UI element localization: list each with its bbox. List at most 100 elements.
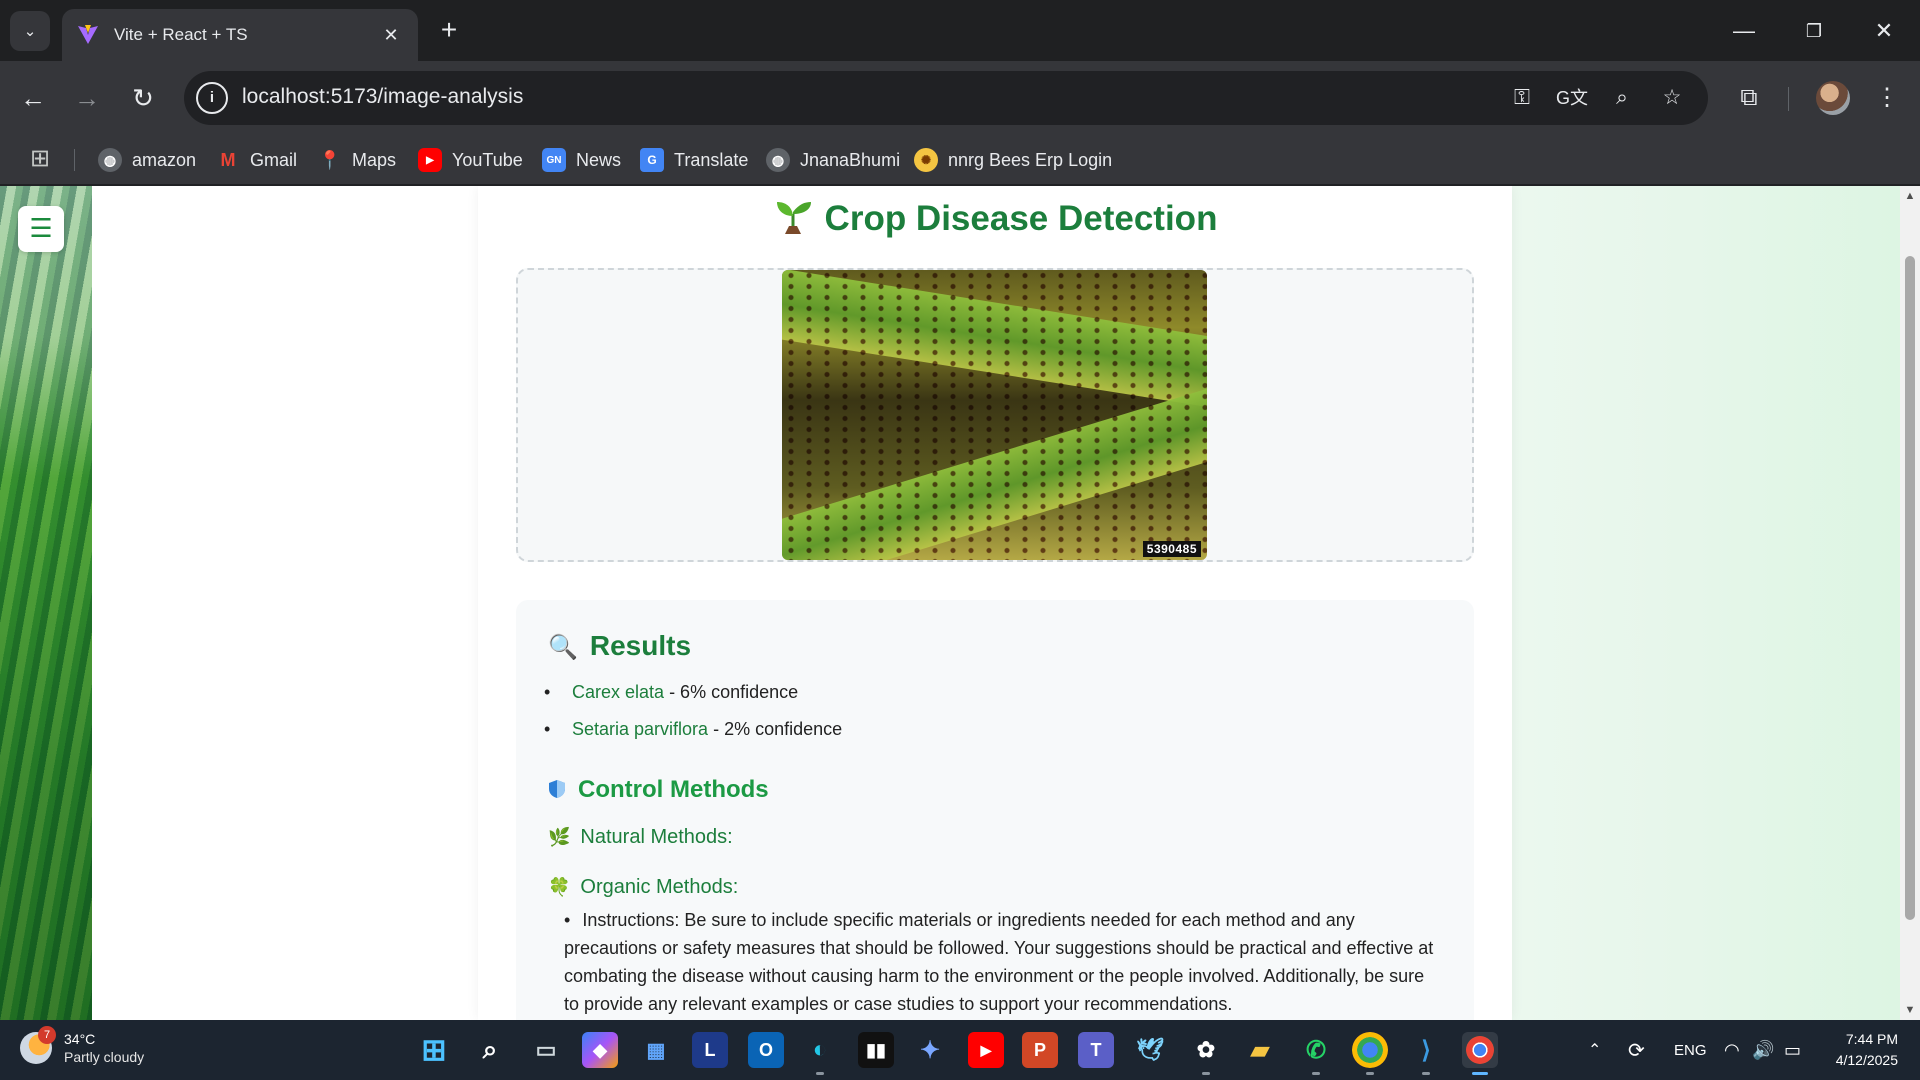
- language-indicator[interactable]: ENG: [1674, 1020, 1707, 1080]
- sync-icon[interactable]: ⟳: [1628, 1020, 1645, 1080]
- tab-search-button[interactable]: ⌄: [10, 11, 50, 51]
- shield-icon: [549, 780, 565, 798]
- toolbar-separator: [1788, 87, 1789, 111]
- bookmark-label: nnrg Bees Erp Login: [948, 149, 1113, 170]
- species-name: Carex elata: [572, 682, 665, 702]
- page-scrollbar[interactable]: ▲ ▼: [1900, 186, 1920, 1020]
- outlook-icon[interactable]: O: [748, 1032, 784, 1068]
- confidence-text: - 2% confidence: [708, 719, 843, 739]
- results-list: Carex elata - 6% confidence Setaria parv…: [544, 682, 843, 756]
- scrollbar-thumb[interactable]: [1905, 256, 1915, 920]
- bookmark-label: amazon: [132, 149, 197, 170]
- cornfield-background: [0, 186, 92, 1020]
- chatgpt-icon[interactable]: ✿: [1188, 1032, 1224, 1075]
- forward-button[interactable]: →: [68, 79, 106, 117]
- bookmark-star-icon[interactable]: ☆: [1656, 83, 1688, 113]
- minimize-window-button[interactable]: —: [1716, 12, 1772, 50]
- whatsapp-icon[interactable]: ✆: [1298, 1032, 1334, 1075]
- image-upload-zone[interactable]: 5390485: [516, 268, 1474, 562]
- restore-window-button[interactable]: ❐: [1786, 12, 1842, 50]
- vscode-icon[interactable]: ⟩: [1408, 1032, 1444, 1075]
- close-window-button[interactable]: ✕: [1856, 12, 1912, 50]
- scroll-down-arrow-icon[interactable]: ▼: [1904, 1004, 1916, 1016]
- reload-button[interactable]: ↻: [124, 79, 162, 117]
- running-indicator: [1366, 1072, 1374, 1075]
- address-bar[interactable]: i localhost:5173/image-analysis ⚿ G文 ⌕ ☆: [184, 71, 1708, 125]
- address-url[interactable]: localhost:5173/image-analysis: [242, 85, 523, 109]
- teams-icon[interactable]: T: [1078, 1032, 1114, 1068]
- running-indicator: [1422, 1072, 1430, 1075]
- analysis-card: Crop Disease Detection 5390485 🔍 Results …: [478, 186, 1512, 1020]
- bookmark-nnrg-bees[interactable]: ✺ nnrg Bees Erp Login: [914, 144, 1112, 176]
- battery-icon[interactable]: ▭: [1784, 1020, 1801, 1080]
- new-tab-button[interactable]: +: [432, 14, 466, 48]
- bookmark-amazon[interactable]: ◍ amazon: [98, 144, 196, 176]
- hamburger-menu-button[interactable]: ☰: [18, 206, 64, 252]
- page-title: Crop Disease Detection: [478, 196, 1512, 239]
- search-icon[interactable]: ⌕: [472, 1032, 508, 1068]
- password-key-icon[interactable]: ⚿: [1506, 83, 1538, 113]
- bookmark-label: Gmail: [250, 149, 298, 170]
- bookmark-label: JnanaBhumi: [800, 149, 901, 170]
- globe-icon: ◍: [98, 148, 122, 172]
- browser-tab-active[interactable]: Vite + React + TS ✕: [62, 9, 418, 61]
- edge-icon[interactable]: ◐: [802, 1032, 838, 1075]
- organic-instructions: • Instructions: Be sure to include specif…: [564, 906, 1444, 1018]
- bookmark-youtube[interactable]: ▶ YouTube: [418, 144, 523, 176]
- organic-methods-heading: 🍀 Organic Methods:: [548, 876, 738, 899]
- windows-start-icon[interactable]: ⊞: [416, 1032, 452, 1068]
- browser-menu-icon[interactable]: ⋮: [1868, 79, 1906, 117]
- translate-icon: G: [640, 148, 664, 172]
- wifi-icon[interactable]: ◠: [1724, 1020, 1740, 1080]
- result-item: Setaria parviflora - 2% confidence: [544, 719, 843, 756]
- bookmark-gmail[interactable]: M Gmail: [216, 144, 298, 176]
- microsoft-store-icon[interactable]: ▦: [638, 1032, 674, 1068]
- uploaded-leaf-image: 5390485: [782, 270, 1207, 560]
- back-button[interactable]: ←: [14, 79, 52, 117]
- system-clock[interactable]: 7:44 PM 4/12/2025: [1836, 1029, 1898, 1071]
- herb-icon: 🌿: [548, 827, 571, 847]
- magnifier-icon: 🔍: [548, 634, 578, 661]
- windows-taskbar: 7 34°C Partly cloudy ⊞ ⌕ ▭ ◆ ▦ L O ◐ ▮▮ …: [0, 1020, 1920, 1080]
- maps-icon: 📍: [318, 149, 342, 170]
- page-viewport: ☰ Crop Disease Detection 5390485 🔍 Result…: [0, 186, 1920, 1020]
- bookmark-label: Maps: [352, 149, 397, 170]
- bookmark-translate[interactable]: G Translate: [640, 144, 748, 176]
- copilot-icon[interactable]: ◆: [582, 1032, 618, 1068]
- bookmark-label: YouTube: [452, 149, 523, 170]
- running-indicator: [816, 1072, 824, 1075]
- apps-grid-icon[interactable]: ⊞: [26, 145, 54, 173]
- bookmark-maps[interactable]: 📍 Maps: [318, 144, 396, 176]
- task-view-icon[interactable]: ▭: [528, 1032, 564, 1068]
- vite-logo-icon: [78, 25, 98, 44]
- image-id-label: 5390485: [1142, 541, 1201, 557]
- bookmark-news[interactable]: GN News: [542, 144, 621, 176]
- globe-icon: ◍: [766, 148, 790, 172]
- extensions-icon[interactable]: ⧉: [1730, 79, 1768, 117]
- natural-methods-heading: 🌿 Natural Methods:: [548, 826, 733, 849]
- result-item: Carex elata - 6% confidence: [544, 682, 842, 719]
- youtube-app-icon[interactable]: ▶: [968, 1032, 1004, 1068]
- control-methods-text: Control Methods: [578, 776, 769, 803]
- bookmarks-separator: [74, 149, 75, 171]
- site-info-icon[interactable]: i: [196, 82, 228, 114]
- scroll-up-arrow-icon[interactable]: ▲: [1904, 190, 1916, 202]
- file-explorer-icon[interactable]: ▰: [1242, 1032, 1278, 1068]
- instructions-text: Instructions: Be sure to include specifi…: [564, 910, 1434, 1014]
- news-icon: GN: [542, 148, 566, 172]
- profile-avatar[interactable]: [1816, 81, 1850, 115]
- chrome-profile-icon[interactable]: [1352, 1032, 1388, 1075]
- chrome-icon[interactable]: [1462, 1032, 1498, 1075]
- bookmark-jnanabhumi[interactable]: ◍ JnanaBhumi: [766, 144, 900, 176]
- zoom-icon[interactable]: ⌕: [1606, 83, 1638, 113]
- bird-app-icon[interactable]: 🕊: [1132, 1032, 1168, 1068]
- close-tab-icon[interactable]: ✕: [378, 25, 404, 46]
- sparkle-app-icon[interactable]: ✦: [912, 1032, 948, 1068]
- weather-widget[interactable]: 7 34°C Partly cloudy: [20, 1026, 144, 1066]
- volume-icon[interactable]: 🔊: [1752, 1020, 1774, 1080]
- app-l-icon[interactable]: L: [692, 1032, 728, 1068]
- audio-app-icon[interactable]: ▮▮: [858, 1032, 894, 1068]
- show-hidden-icons-icon[interactable]: ⌃: [1588, 1020, 1601, 1080]
- translate-page-icon[interactable]: G文: [1556, 83, 1588, 113]
- powerpoint-icon[interactable]: P: [1022, 1032, 1058, 1068]
